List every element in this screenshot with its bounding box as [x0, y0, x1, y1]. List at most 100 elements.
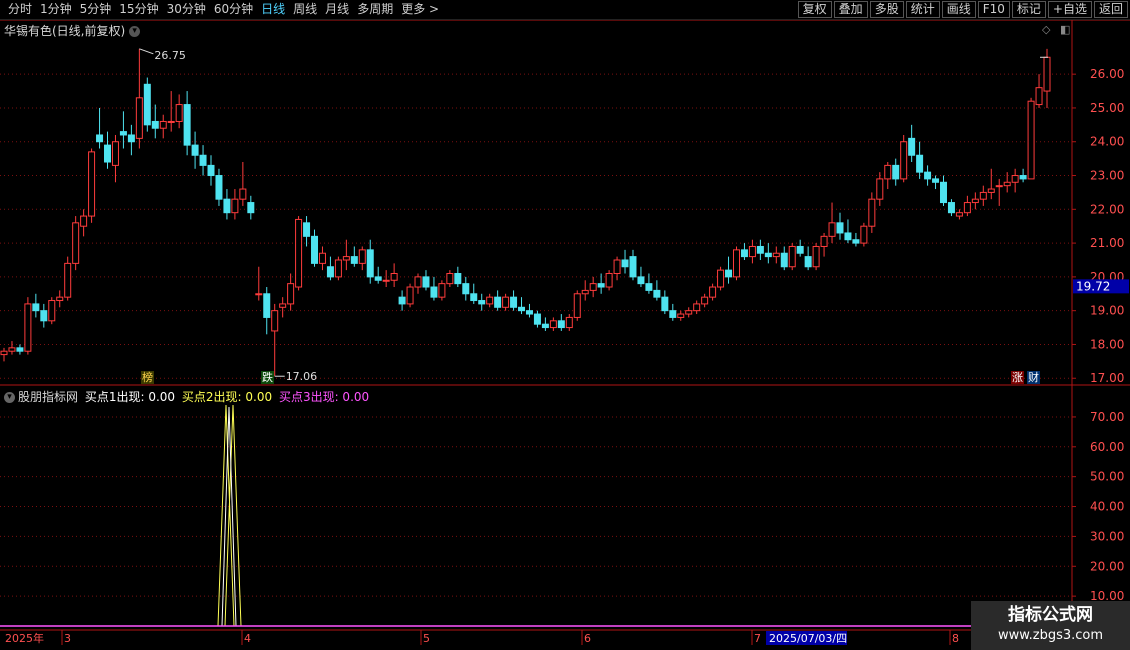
candle: [653, 280, 661, 301]
toolbar-button-7[interactable]: +自选: [1047, 1, 1092, 18]
candle: [88, 148, 96, 223]
price-tick-label: 19.00: [1090, 304, 1124, 318]
toolbar-button-2[interactable]: 多股: [869, 1, 904, 18]
month-label: 4: [244, 632, 251, 645]
candle: [549, 317, 557, 331]
candle: [709, 283, 717, 301]
tab-2[interactable]: 5分钟: [76, 2, 116, 17]
tab-8[interactable]: 月线: [321, 2, 353, 17]
candle: [350, 246, 358, 267]
candle: [876, 172, 884, 206]
candle-body: [812, 245, 820, 268]
candle: [247, 195, 255, 220]
candle: [342, 239, 350, 271]
candle: [311, 229, 319, 267]
candle: [796, 239, 804, 257]
indicator-tick-label: 60.00: [1090, 440, 1124, 454]
candle: [573, 290, 581, 321]
price-tick-label: 23.00: [1090, 169, 1124, 183]
candle: [788, 243, 796, 271]
candle-body: [350, 256, 358, 264]
candle: [0, 347, 8, 362]
candle-body: [199, 154, 207, 166]
tab-0[interactable]: 分时: [4, 2, 36, 17]
candle-body: [470, 293, 478, 302]
toolbar-button-8[interactable]: 返回: [1093, 1, 1128, 18]
candle: [557, 314, 565, 331]
tab-5[interactable]: 60分钟: [210, 2, 257, 17]
candle-body: [231, 198, 239, 214]
indicator-tick-label: 50.00: [1090, 470, 1124, 484]
tag-cai[interactable]: 财: [1027, 371, 1040, 384]
candle-body: [780, 252, 788, 268]
chart-canvas[interactable]: 26.75 17.06 17.00 18.00 19.00 20.00 21.00 22.0…: [0, 0, 1130, 650]
candle-body: [510, 296, 518, 308]
toolbar-button-5[interactable]: F10: [977, 1, 1010, 18]
candle-body: [605, 273, 613, 288]
candle: [422, 270, 430, 291]
candle-body: [645, 283, 653, 291]
candle-body: [565, 316, 573, 329]
candle-body: [820, 235, 828, 247]
candle: [1019, 168, 1027, 183]
indicator-axis: 10.0020.0030.0040.0050.0060.0070.00: [1072, 410, 1124, 603]
tab-9[interactable]: 多周期: [353, 2, 397, 17]
stock-title[interactable]: 华锡有色(日线,前复权) ▾: [4, 22, 141, 39]
toolbar-button-4[interactable]: 画线: [941, 1, 976, 18]
candle-body: [438, 283, 446, 298]
candle: [183, 91, 191, 156]
candle: [1035, 74, 1043, 108]
candle: [16, 344, 24, 355]
toolbar-button-6[interactable]: 标记: [1011, 1, 1046, 18]
candle-body: [533, 313, 541, 325]
candle: [72, 216, 80, 271]
tab-10[interactable]: 更多 >: [397, 2, 443, 17]
dropdown-icon[interactable]: ▾: [4, 392, 15, 403]
month-label: 3: [64, 632, 71, 645]
tab-1[interactable]: 1分钟: [36, 2, 76, 17]
tag-bang[interactable]: 榜: [141, 371, 154, 384]
candle-body: [96, 134, 104, 143]
candle: [279, 297, 287, 318]
period-toolbar: 分时 1分钟 5分钟 15分钟 30分钟 60分钟 日线 周线 月线 多周期 更多 > 复权 叠加 多股…: [0, 0, 1130, 20]
candle-body: [860, 225, 868, 244]
tab-3[interactable]: 15分钟: [115, 2, 162, 17]
candle: [924, 165, 932, 186]
candle: [916, 141, 924, 179]
candle-body: [358, 249, 366, 264]
candle-body: [1035, 87, 1043, 106]
tab-7[interactable]: 周线: [289, 2, 321, 17]
candle: [900, 134, 908, 183]
diamond-icon[interactable]: ◇: [1042, 23, 1050, 36]
candle-body: [621, 259, 629, 268]
indicator-line1-value: 买点1出现: 0.00: [84, 390, 176, 404]
candle: [239, 162, 247, 206]
panel-toggle-icon[interactable]: ◧: [1060, 23, 1070, 36]
toolbar-button-1[interactable]: 叠加: [833, 1, 868, 18]
candle: [207, 155, 215, 186]
candle: [502, 293, 510, 311]
candle-body: [947, 202, 955, 214]
tag-die[interactable]: 跌: [261, 371, 274, 384]
candle: [963, 195, 971, 217]
indicator-tick-label: 20.00: [1090, 559, 1124, 573]
indicator-name[interactable]: 股朋指标网: [18, 390, 78, 404]
candle-body: [32, 303, 40, 312]
candle-body: [1027, 100, 1035, 180]
dropdown-icon[interactable]: ▾: [129, 26, 141, 37]
candle: [478, 293, 486, 311]
candle-body: [525, 310, 533, 315]
tab-4[interactable]: 30分钟: [163, 2, 210, 17]
candle-body: [1019, 175, 1027, 180]
candle-body: [398, 296, 406, 305]
candle: [525, 303, 533, 318]
candle-body: [382, 279, 390, 282]
tag-zhang[interactable]: 涨: [1011, 371, 1024, 384]
toolbar-button-3[interactable]: 统计: [905, 1, 940, 18]
toolbar-button-0[interactable]: 复权: [797, 1, 832, 18]
tab-6[interactable]: 日线: [257, 2, 289, 17]
candle-body: [868, 198, 876, 227]
candle: [414, 273, 422, 294]
candle-body: [119, 131, 127, 136]
candle-body: [223, 198, 231, 214]
